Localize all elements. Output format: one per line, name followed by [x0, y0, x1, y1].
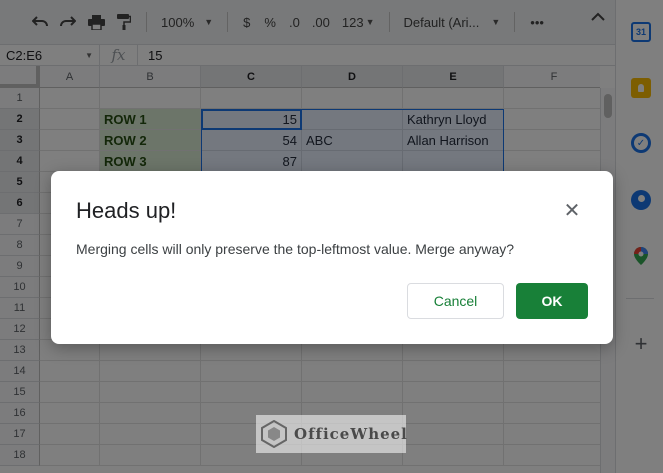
dialog-title: Heads up!: [76, 198, 177, 223]
officewheel-logo-icon: [260, 420, 288, 448]
watermark-text: OfficeWheel: [294, 425, 408, 443]
close-icon[interactable]: ✕: [561, 199, 583, 222]
watermark: OfficeWheel: [256, 415, 408, 453]
dialog-message: Merging cells will only preserve the top…: [76, 241, 515, 257]
cancel-button[interactable]: Cancel: [407, 283, 504, 319]
merge-warning-dialog: Heads up! ✕ Merging cells will only pres…: [51, 171, 613, 344]
ok-button[interactable]: OK: [516, 283, 588, 319]
